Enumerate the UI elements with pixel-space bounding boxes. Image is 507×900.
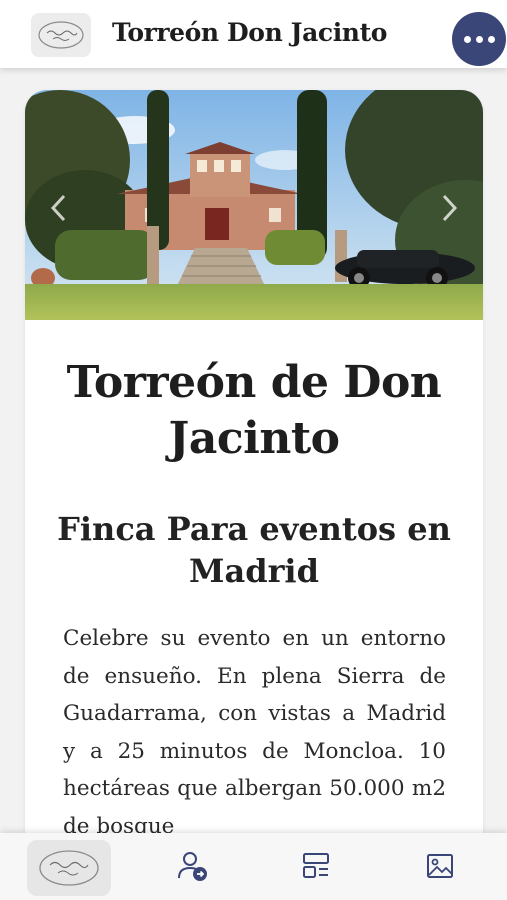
nav-gallery-button[interactable]	[423, 849, 457, 883]
header-title: Torreón Don Jacinto	[112, 18, 387, 47]
carousel-next-button[interactable]	[437, 188, 463, 228]
torreon-logo-icon	[39, 850, 99, 886]
venue-description: Celebre su evento en un entorno de ensue…	[63, 626, 446, 839]
venue-subtitle: Finca Para eventos en Madrid	[57, 510, 451, 590]
top-app-bar: Torreón Don Jacinto	[0, 0, 507, 68]
chevron-left-icon	[50, 194, 66, 222]
layout-list-icon	[303, 853, 329, 878]
more-dots-icon	[487, 35, 495, 43]
more-dots-icon	[463, 35, 471, 43]
nav-contact-button[interactable]	[176, 849, 210, 883]
torreon-logo-icon	[38, 21, 84, 49]
more-options-button[interactable]	[452, 12, 506, 66]
estate-tower-garden-classic-car-photo	[25, 90, 483, 320]
bottom-navigation-bar	[0, 833, 507, 900]
user-contact-icon	[178, 852, 207, 881]
image-gallery-icon	[427, 854, 453, 878]
nav-home-logo-button[interactable]	[27, 840, 111, 896]
venue-title: Torreón de Don Jacinto	[66, 357, 442, 464]
more-dots-icon	[475, 35, 483, 43]
nav-layout-button[interactable]	[299, 849, 333, 883]
header-logo[interactable]	[31, 13, 91, 57]
venue-card: Torreón de Don Jacinto Finca Para evento…	[25, 90, 483, 850]
carousel-prev-button[interactable]	[45, 188, 71, 228]
chevron-right-icon	[442, 194, 458, 222]
hero-image-carousel[interactable]	[25, 90, 483, 320]
